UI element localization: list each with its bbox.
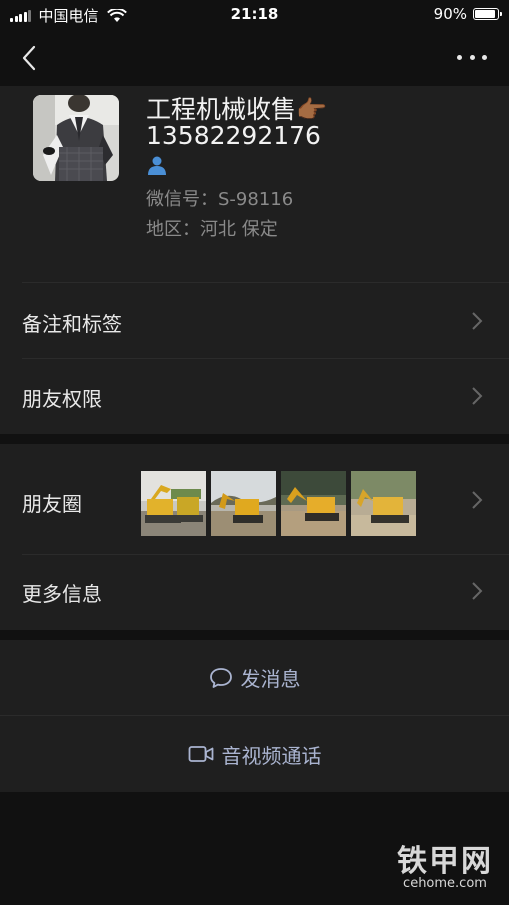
remarks-label: 备注和标签 — [22, 312, 122, 336]
person-icon — [148, 156, 166, 175]
profile-phone: 13582292176 — [146, 121, 321, 150]
video-camera-icon — [188, 746, 213, 762]
divider — [22, 282, 509, 283]
moment-photo — [141, 471, 206, 536]
battery-icon — [473, 8, 502, 20]
send-message-label: 发消息 — [240, 667, 301, 691]
av-call-button[interactable]: 音视频通话 — [0, 716, 509, 792]
av-call-label: 音视频通话 — [221, 743, 322, 768]
wechat-label: 微信号： — [146, 189, 218, 210]
remarks-row[interactable]: 备注和标签 朋友权限 — [0, 282, 509, 434]
profile-card: 工程机械收售👉🏾 13582292176 微信号：S-98116 地区：河北 保… — [0, 86, 509, 282]
chevron-right-icon — [472, 582, 483, 600]
region: 地区：河北 保定 — [146, 215, 278, 241]
battery-percent: 90% — [433, 5, 467, 23]
chat-bubble-icon — [209, 667, 232, 688]
region-label: 地区： — [146, 219, 200, 240]
region-value: 河北 保定 — [200, 219, 278, 240]
watermark-url: cehome.com — [403, 876, 487, 891]
moment-photo — [211, 471, 276, 536]
send-message-button[interactable]: 发消息 — [0, 640, 509, 715]
wechat-value: S-98116 — [218, 189, 294, 210]
moment-photo — [351, 471, 416, 536]
divider — [22, 554, 509, 555]
chevron-right-icon — [472, 312, 483, 330]
more-info-row[interactable]: 更多信息 — [0, 554, 509, 630]
status-right: 90% — [433, 5, 502, 23]
moments-row[interactable]: 朋友圈 — [0, 444, 509, 554]
watermark: 铁甲网 cehome.com — [395, 836, 495, 891]
wechat-id: 微信号：S-98116 — [146, 185, 293, 211]
status-time: 21:18 — [230, 5, 279, 23]
more-info-label: 更多信息 — [22, 582, 102, 606]
chevron-left-icon[interactable] — [18, 44, 42, 72]
moments-label: 朋友圈 — [22, 492, 82, 516]
moment-photo — [281, 471, 346, 536]
avatar[interactable] — [33, 95, 119, 181]
divider — [22, 358, 509, 359]
ellipsis-icon[interactable] — [457, 50, 487, 64]
divider — [0, 715, 509, 716]
chevron-right-icon — [472, 491, 483, 509]
nav-bar — [0, 30, 509, 86]
permissions-label: 朋友权限 — [22, 387, 102, 411]
status-bar: 中国电信 21:18 90% — [0, 0, 509, 30]
watermark-name: 铁甲网 — [397, 844, 493, 879]
chevron-right-icon — [472, 387, 483, 405]
moments-thumbnails — [141, 471, 421, 536]
